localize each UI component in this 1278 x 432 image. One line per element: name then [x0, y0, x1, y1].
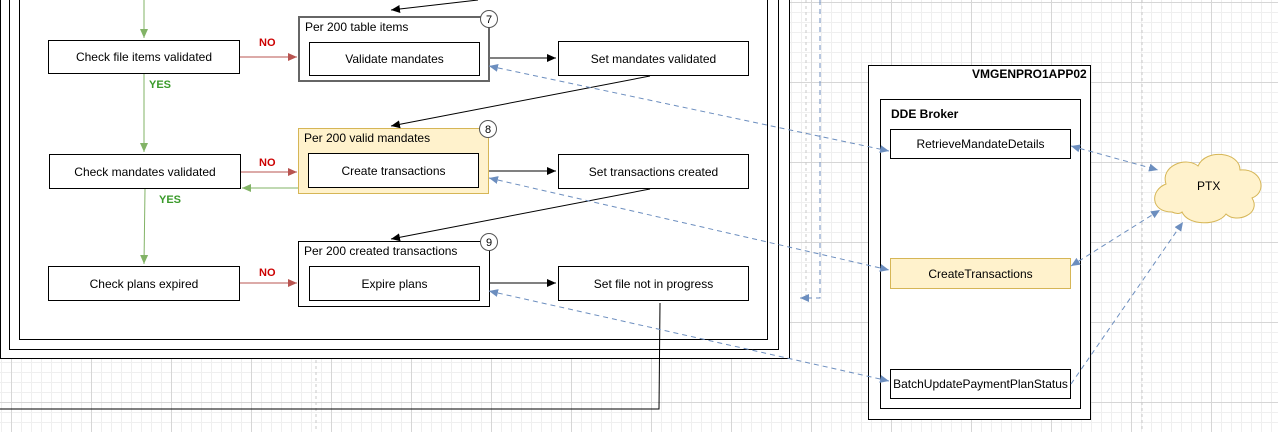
- yes-label-1: YES: [149, 79, 172, 91]
- validate-mandates-label: Validate mandates: [345, 52, 444, 66]
- expire-plans-label: Expire plans: [361, 276, 428, 291]
- set-transactions-created-label: Set transactions created: [588, 164, 719, 179]
- expire-plans-box[interactable]: Expire plans: [309, 266, 480, 301]
- dde-broker-title: DDE Broker: [891, 107, 959, 121]
- validate-mandates-box[interactable]: Validate mandates: [309, 42, 480, 76]
- step-9-badge: 9: [480, 233, 498, 251]
- set-transactions-created-box[interactable]: Set transactions created: [558, 154, 749, 189]
- check-plans-expired-label: Check plans expired: [89, 276, 199, 291]
- diagram-canvas: Check file items validated Check mandate…: [0, 0, 1278, 432]
- check-mandates-validated-box[interactable]: Check mandates validated: [49, 154, 241, 189]
- create-transactions-service-box[interactable]: CreateTransactions: [890, 258, 1071, 289]
- batch-update-payment-plan-status-label: BatchUpdatePaymentPlanStatus: [893, 377, 1068, 391]
- group-9-title: Per 200 created transactions: [304, 244, 458, 258]
- set-file-not-in-progress-box[interactable]: Set file not in progress: [558, 266, 749, 301]
- check-file-items-validated-label: Check file items validated: [75, 50, 213, 64]
- step-8-badge: 8: [479, 120, 497, 138]
- group-7-title: Per 200 table items: [305, 20, 409, 34]
- server-name: VMGENPRO1APP02: [972, 67, 1087, 81]
- create-transactions-box[interactable]: Create transactions: [308, 153, 479, 188]
- create-transactions-label: Create transactions: [341, 163, 446, 178]
- retrieve-mandate-details-label: RetrieveMandateDetails: [916, 137, 1045, 151]
- ptx-cloud-label: PTX: [1197, 179, 1221, 193]
- no-label-3: NO: [259, 267, 276, 279]
- batch-update-payment-plan-status-box[interactable]: BatchUpdatePaymentPlanStatus: [890, 369, 1071, 399]
- retrieve-mandate-details-box[interactable]: RetrieveMandateDetails: [890, 129, 1071, 159]
- no-label-2: NO: [259, 157, 276, 169]
- set-file-not-in-progress-label: Set file not in progress: [593, 276, 714, 291]
- create-transactions-service-label: CreateTransactions: [928, 266, 1033, 281]
- no-label-1: NO: [259, 37, 276, 49]
- check-mandates-validated-label: Check mandates validated: [74, 164, 216, 179]
- dashed-blue-top-arrow: [800, 0, 821, 302]
- group-8-title: Per 200 valid mandates: [304, 131, 431, 145]
- yes-label-2: YES: [159, 194, 182, 206]
- check-file-items-validated-box[interactable]: Check file items validated: [48, 40, 240, 74]
- set-mandates-validated-box[interactable]: Set mandates validated: [558, 41, 749, 76]
- set-mandates-validated-label: Set mandates validated: [590, 51, 717, 66]
- check-plans-expired-box[interactable]: Check plans expired: [48, 266, 240, 301]
- step-7-badge: 7: [480, 10, 498, 28]
